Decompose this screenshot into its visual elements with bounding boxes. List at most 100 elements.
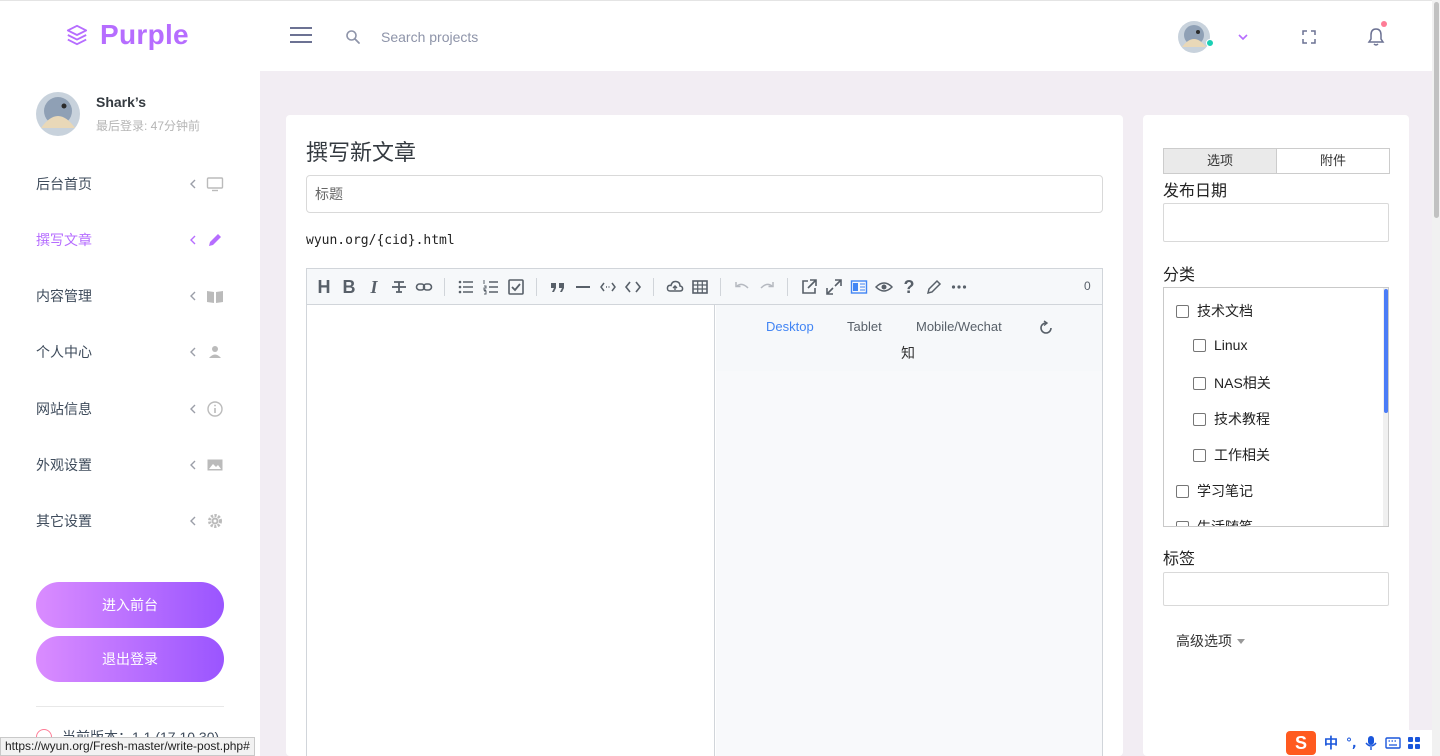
chevron-down-icon[interactable] xyxy=(1237,31,1249,43)
ime-punctuation[interactable]: °, xyxy=(1346,736,1357,750)
sidebar-item-label: 后台首页 xyxy=(36,176,92,192)
page-scrollbar-thumb[interactable] xyxy=(1434,2,1439,218)
advanced-options-label: 高级选项 xyxy=(1176,633,1232,649)
code-block-icon[interactable] xyxy=(624,278,642,296)
inline-code-icon[interactable] xyxy=(599,278,617,296)
bullet-list-icon[interactable] xyxy=(457,278,475,296)
checkbox[interactable] xyxy=(1193,412,1206,426)
category-item-label: Linux xyxy=(1214,337,1248,353)
category-item[interactable]: NAS相关 xyxy=(1193,373,1271,393)
sidebar-item-label: 其它设置 xyxy=(36,513,92,529)
category-list: 技术文档 Linux NAS相关 技术教程 工作相关 学习笔记 生活随笔 xyxy=(1163,287,1389,527)
toolbar-separator xyxy=(444,278,445,296)
search-input[interactable] xyxy=(372,21,672,53)
link-icon[interactable] xyxy=(415,278,433,296)
microphone-icon[interactable] xyxy=(1365,735,1377,751)
checkbox[interactable] xyxy=(1176,304,1189,318)
enter-frontend-button[interactable]: 进入前台 xyxy=(36,582,224,628)
tags-label: 标签 xyxy=(1163,551,1196,568)
post-title-input[interactable] xyxy=(306,175,1103,213)
category-item-label: 工作相关 xyxy=(1214,447,1270,463)
checkbox[interactable] xyxy=(1176,484,1189,498)
notification-dot xyxy=(1381,21,1387,27)
markdown-input-pane[interactable] xyxy=(307,305,715,756)
more-icon[interactable] xyxy=(950,278,968,296)
fullscreen-icon[interactable] xyxy=(1302,30,1316,44)
category-item[interactable]: 技术教程 xyxy=(1193,409,1270,429)
online-status-dot xyxy=(1206,39,1214,47)
sogou-logo-icon[interactable]: S xyxy=(1286,731,1316,755)
pencil-icon xyxy=(209,234,221,246)
category-item[interactable]: Linux xyxy=(1193,337,1247,353)
sidebar-item-content[interactable]: 内容管理 xyxy=(36,284,226,308)
post-url-pattern: wyun.org/{cid}.html xyxy=(306,233,455,248)
undo-icon[interactable] xyxy=(733,278,751,296)
upload-icon[interactable] xyxy=(666,278,684,296)
italic-button[interactable]: I xyxy=(365,278,383,296)
chevron-left-icon xyxy=(190,179,196,189)
layers-icon xyxy=(66,24,88,46)
menu-toggle-button[interactable] xyxy=(290,27,312,45)
logout-button[interactable]: 退出登录 xyxy=(36,636,224,682)
edit-mode-icon[interactable] xyxy=(925,278,943,296)
sidebar-item-write-post[interactable]: 撰写文章 xyxy=(36,228,226,252)
last-login-text: 最后登录: 47分钟前 xyxy=(96,119,201,133)
eye-icon[interactable] xyxy=(875,278,893,296)
tab-zhihu[interactable]: 知 xyxy=(901,343,915,363)
split-view-icon[interactable] xyxy=(850,278,868,296)
browser-status-url: https://wyun.org/Fresh-master/write-post… xyxy=(0,737,255,756)
sidebar-item-label: 内容管理 xyxy=(36,288,92,304)
advanced-options-toggle[interactable]: 高级选项 xyxy=(1176,631,1245,651)
strikethrough-icon[interactable] xyxy=(390,278,408,296)
external-link-icon[interactable] xyxy=(800,278,818,296)
bold-button[interactable]: B xyxy=(340,278,358,296)
toolbar-separator xyxy=(787,278,788,296)
checklist-icon[interactable] xyxy=(507,278,525,296)
category-item-label: 技术教程 xyxy=(1214,411,1270,427)
help-icon[interactable]: ? xyxy=(900,278,918,296)
preview-device-tabs: Desktop Tablet Mobile/Wechat 知 xyxy=(716,305,1102,371)
redo-icon[interactable] xyxy=(758,278,776,296)
sidebar-item-other-settings[interactable]: 其它设置 xyxy=(36,509,226,533)
profile-avatar[interactable] xyxy=(36,92,80,136)
sidebar-item-appearance[interactable]: 外观设置 xyxy=(36,453,226,477)
sidebar-item-profile[interactable]: 个人中心 xyxy=(36,340,226,364)
heading-button[interactable]: H xyxy=(315,278,333,296)
user-avatar[interactable] xyxy=(1178,21,1210,53)
checkbox[interactable] xyxy=(1193,448,1206,462)
publish-date-input[interactable] xyxy=(1163,203,1389,242)
tab-desktop[interactable]: Desktop xyxy=(766,319,814,334)
tab-attachments[interactable]: 附件 xyxy=(1276,148,1390,174)
category-item[interactable]: 学习笔记 xyxy=(1176,481,1253,501)
checkbox[interactable] xyxy=(1193,376,1206,390)
profile-name: Shark’s xyxy=(96,94,147,110)
checkbox[interactable] xyxy=(1176,520,1189,526)
tab-tablet[interactable]: Tablet xyxy=(847,319,882,334)
apps-grid-icon[interactable] xyxy=(1407,736,1421,750)
table-icon[interactable] xyxy=(691,278,709,296)
brand-logo[interactable]: Purple xyxy=(66,19,189,51)
bell-icon[interactable] xyxy=(1367,27,1385,47)
category-item[interactable]: 工作相关 xyxy=(1193,445,1270,465)
quote-icon[interactable] xyxy=(549,278,567,296)
tags-input[interactable] xyxy=(1163,572,1389,606)
horizontal-rule-icon[interactable] xyxy=(574,278,592,296)
category-item[interactable]: 生活随笔 xyxy=(1176,517,1253,526)
sidebar-item-site-info[interactable]: 网站信息 xyxy=(36,397,226,421)
avatar-image xyxy=(36,92,80,136)
checkbox[interactable] xyxy=(1193,338,1206,352)
refresh-icon[interactable] xyxy=(1038,320,1054,336)
category-scrollbar-thumb[interactable] xyxy=(1384,289,1388,413)
keyboard-icon[interactable] xyxy=(1384,736,1401,750)
chevron-left-icon xyxy=(190,291,196,301)
tab-options[interactable]: 选项 xyxy=(1163,148,1277,174)
ime-language[interactable]: 中 xyxy=(1324,733,1338,753)
category-item-label: NAS相关 xyxy=(1214,375,1271,391)
ordered-list-icon[interactable] xyxy=(482,278,500,296)
tab-mobile-wechat[interactable]: Mobile/Wechat xyxy=(916,319,1002,334)
expand-icon[interactable] xyxy=(825,278,843,296)
category-item[interactable]: 技术文档 xyxy=(1176,301,1253,321)
sidebar-item-dashboard[interactable]: 后台首页 xyxy=(36,172,226,196)
sidebar-divider xyxy=(36,706,224,707)
gear-icon xyxy=(208,514,222,528)
